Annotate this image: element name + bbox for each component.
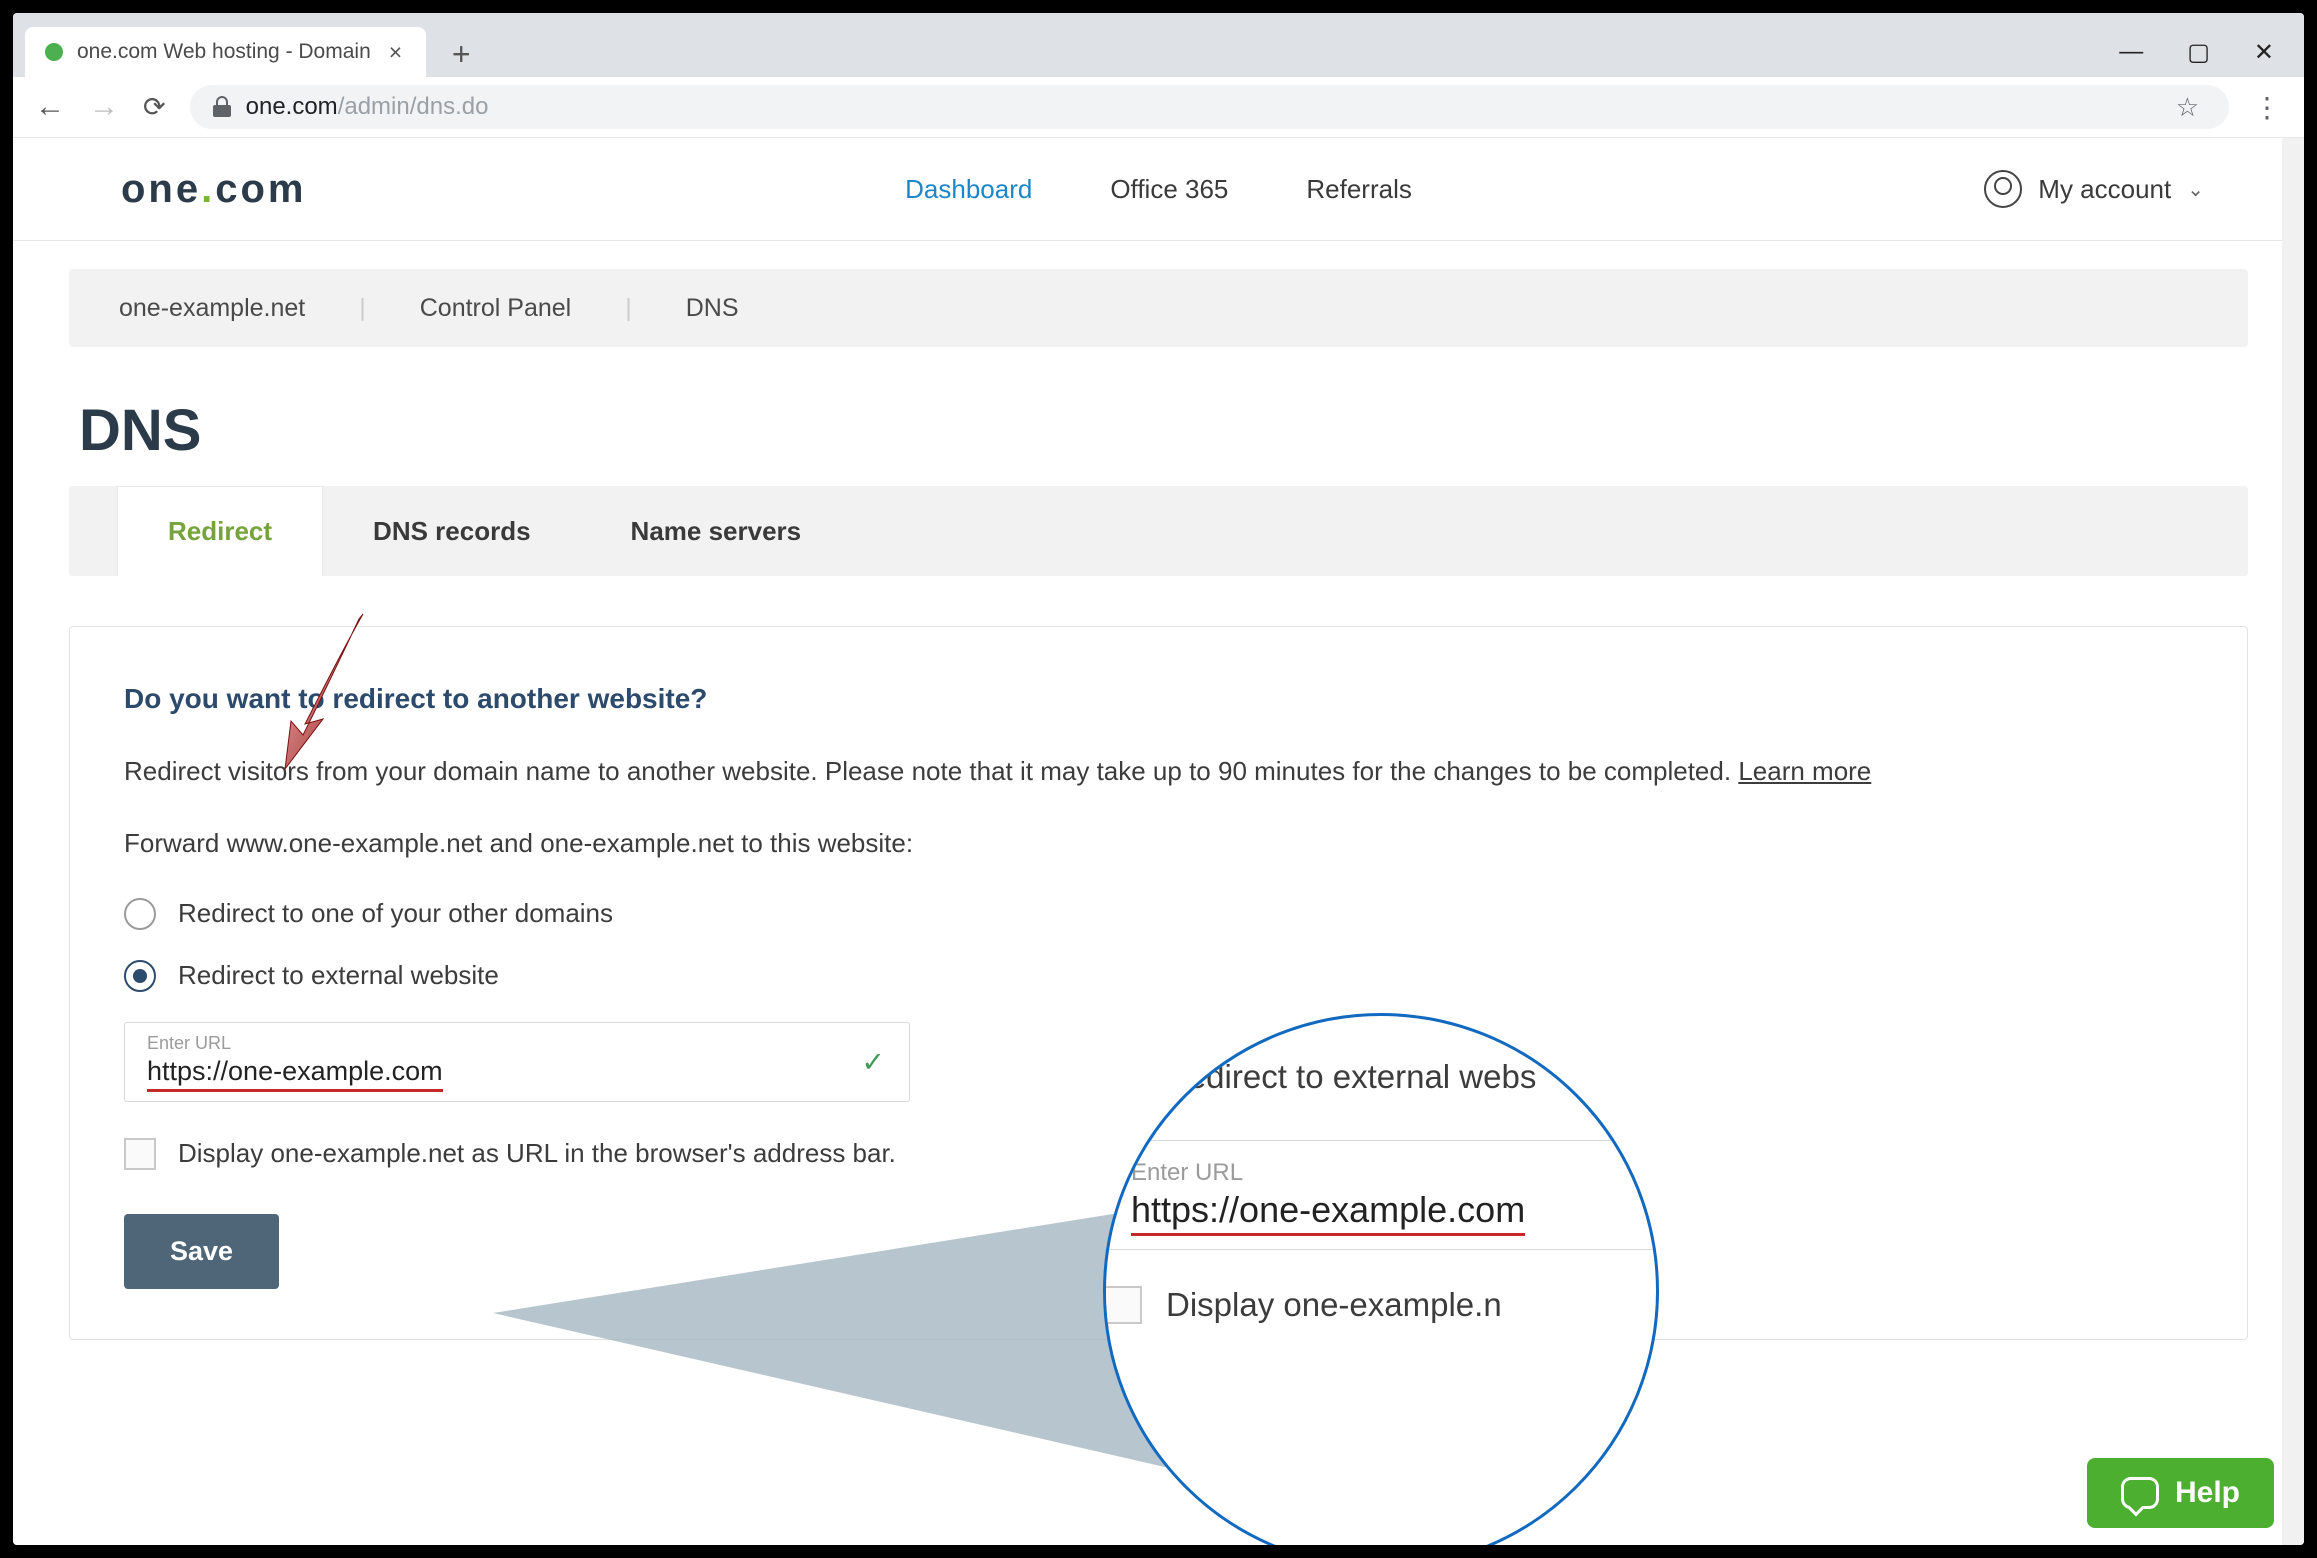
- radio-icon: [124, 898, 156, 930]
- new-tab-button[interactable]: +: [438, 31, 484, 77]
- annotation-magnifier: edirect to one of y Redirect to external…: [1103, 1013, 1659, 1545]
- dns-tabs: Redirect DNS records Name servers: [69, 486, 2248, 576]
- page-viewport: one.com Dashboard Office 365 Referrals M…: [13, 138, 2304, 1545]
- help-button[interactable]: Help: [2087, 1458, 2274, 1528]
- browser-tab[interactable]: one.com Web hosting - Domain ×: [25, 27, 426, 77]
- avatar-icon: [1984, 170, 2022, 208]
- site-header: one.com Dashboard Office 365 Referrals M…: [13, 138, 2304, 241]
- logo[interactable]: one.com: [121, 167, 307, 212]
- forward-button[interactable]: →: [89, 92, 119, 122]
- back-button[interactable]: ←: [35, 92, 65, 122]
- page-title: DNS: [79, 397, 2248, 464]
- tab-title: one.com Web hosting - Domain: [77, 40, 371, 64]
- chevron-down-icon: ⌄: [2187, 177, 2204, 202]
- nav-referrals[interactable]: Referrals: [1306, 174, 1411, 205]
- url-input[interactable]: Enter URL https://one-example.com ✓: [124, 1022, 910, 1102]
- my-account-menu[interactable]: My account ⌄: [1984, 170, 2204, 208]
- panel-description: Redirect visitors from your domain name …: [124, 753, 2193, 789]
- browser-toolbar: ← → ⟳ one.com/admin/dns.do ☆ ⋮: [13, 77, 2304, 138]
- favicon-icon: [45, 43, 63, 61]
- breadcrumb-dns[interactable]: DNS: [686, 294, 739, 323]
- breadcrumb-control-panel[interactable]: Control Panel: [420, 294, 571, 323]
- radio-icon: [124, 960, 156, 992]
- window-close-icon[interactable]: ✕: [2254, 38, 2274, 67]
- breadcrumb: one-example.net | Control Panel | DNS: [69, 269, 2248, 347]
- bookmark-star-icon[interactable]: ☆: [2176, 92, 2199, 123]
- top-nav: Dashboard Office 365 Referrals: [905, 174, 1412, 205]
- url-text: one.com/admin/dns.do: [246, 93, 489, 121]
- url-input-label: Enter URL: [147, 1033, 887, 1054]
- check-icon: ✓: [862, 1045, 885, 1078]
- magnifier-display-label: Display one-example.n: [1166, 1286, 1502, 1324]
- radio-external-website[interactable]: Redirect to external website: [124, 960, 2193, 992]
- close-tab-icon[interactable]: ×: [385, 39, 406, 66]
- window-maximize-icon[interactable]: ▢: [2187, 38, 2210, 67]
- tab-dns-records[interactable]: DNS records: [323, 486, 581, 576]
- tab-name-servers[interactable]: Name servers: [581, 486, 852, 576]
- radio-icon: [1104, 1058, 1142, 1096]
- nav-office365[interactable]: Office 365: [1110, 174, 1228, 205]
- lock-icon: [212, 96, 232, 118]
- nav-dashboard[interactable]: Dashboard: [905, 174, 1032, 205]
- checkbox-icon: [124, 1138, 156, 1170]
- browser-menu-icon[interactable]: ⋮: [2253, 91, 2282, 124]
- magnifier-opt-ext: Redirect to external webs: [1164, 1058, 1536, 1096]
- panel-heading: Do you want to redirect to another websi…: [124, 683, 2193, 715]
- tab-redirect[interactable]: Redirect: [117, 486, 323, 576]
- display-url-label: Display one-example.net as URL in the br…: [178, 1138, 896, 1169]
- checkbox-icon: [1104, 1286, 1142, 1324]
- breadcrumb-domain[interactable]: one-example.net: [119, 294, 305, 323]
- radio-own-label: Redirect to one of your other domains: [178, 898, 613, 929]
- browser-titlebar: one.com Web hosting - Domain × + — ▢ ✕: [13, 13, 2304, 77]
- chat-bubble-icon: [2121, 1477, 2159, 1509]
- magnifier-url-input: Enter URL https://one-example.com: [1104, 1140, 1659, 1250]
- window-minimize-icon[interactable]: —: [2119, 38, 2143, 67]
- my-account-label: My account: [2038, 174, 2171, 205]
- url-input-value: https://one-example.com: [147, 1056, 443, 1087]
- help-label: Help: [2175, 1476, 2240, 1510]
- forward-label: Forward www.one-example.net and one-exam…: [124, 825, 2193, 861]
- learn-more-link[interactable]: Learn more: [1738, 756, 1871, 786]
- address-bar[interactable]: one.com/admin/dns.do ☆: [190, 85, 2229, 129]
- reload-button[interactable]: ⟳: [143, 94, 166, 121]
- save-button[interactable]: Save: [124, 1214, 279, 1289]
- radio-own-domains[interactable]: Redirect to one of your other domains: [124, 898, 2193, 930]
- radio-external-label: Redirect to external website: [178, 960, 499, 991]
